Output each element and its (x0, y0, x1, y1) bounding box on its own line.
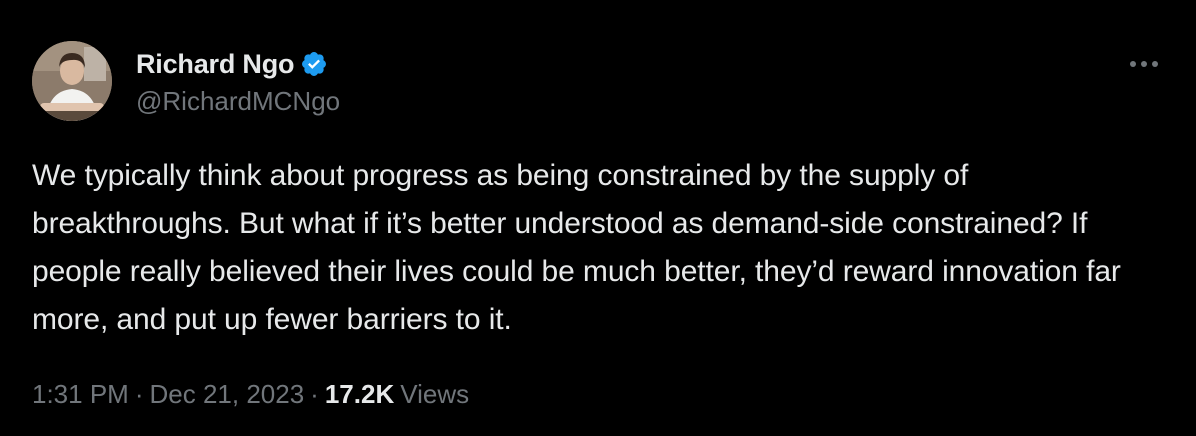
author-display-name[interactable]: Richard Ngo (136, 49, 295, 80)
meta-separator: · (134, 378, 144, 409)
tweet-date[interactable]: Dec 21, 2023 (150, 379, 305, 410)
views-count[interactable]: 17.2K (325, 379, 394, 410)
views-label[interactable]: Views (400, 379, 469, 410)
avatar[interactable] (32, 41, 112, 121)
author-name-row: Richard Ngo (136, 46, 328, 82)
verified-badge-icon[interactable] (300, 50, 328, 78)
profile-photo-icon (32, 41, 112, 121)
tweet-text: We typically think about progress as bei… (32, 159, 1121, 336)
tweet-card: Richard Ngo @RichardMCNgo We typically t… (0, 0, 1196, 436)
more-options-icon (1130, 61, 1158, 67)
author-handle[interactable]: @RichardMCNgo (136, 86, 340, 117)
tweet-time[interactable]: 1:31 PM (32, 379, 129, 410)
tweet-meta: 1:31 PM · Dec 21, 2023 · 17.2K Views (32, 374, 469, 414)
meta-separator: · (310, 378, 319, 409)
more-options-button[interactable] (1126, 52, 1162, 76)
